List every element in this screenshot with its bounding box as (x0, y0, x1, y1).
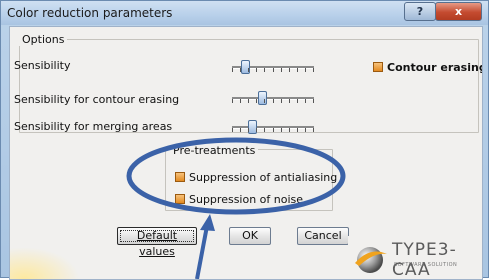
slider-tick (289, 128, 290, 132)
slider-tick (264, 68, 265, 72)
merging-sensibility-slider[interactable] (232, 120, 316, 134)
slider-tick (313, 68, 314, 72)
title-bar[interactable]: Color reduction parameters ? x (1, 1, 488, 25)
slider-tick (297, 128, 298, 132)
help-button[interactable]: ? (404, 2, 436, 21)
slider-tick (313, 128, 314, 132)
logo-tagline: SOFTWARE SOLUTION (394, 262, 458, 268)
close-button[interactable]: x (435, 2, 482, 21)
slider-tick (256, 68, 257, 72)
ok-button[interactable]: OK (229, 227, 271, 245)
slider-tick (248, 99, 249, 103)
logo-globe-icon (355, 247, 387, 273)
slider-tick (273, 99, 274, 103)
slider-tick (305, 128, 306, 132)
slider-tick (281, 128, 282, 132)
slider-tick (281, 68, 282, 72)
slider-tick (264, 99, 265, 103)
slider-tick (240, 99, 241, 103)
sensibility-label: Sensibility (14, 59, 71, 72)
antialiasing-checkbox[interactable] (175, 172, 185, 182)
default-values-button[interactable]: Default values (117, 227, 197, 258)
window-title: Color reduction parameters (7, 6, 173, 20)
contour-erasing-checkbox[interactable] (373, 62, 383, 72)
slider-tick (232, 128, 233, 132)
slider-tick (232, 68, 233, 72)
options-group (19, 39, 479, 133)
slider-tick (297, 99, 298, 103)
slider-tick (256, 128, 257, 132)
slider-tick (264, 128, 265, 132)
slider-tick (248, 68, 249, 72)
merging-sensibility-label: Sensibility for merging areas (14, 120, 173, 133)
noise-checkbox[interactable] (175, 194, 185, 204)
type3-caa-logo: TYPE3-CAA SOFTWARE SOLUTION (348, 236, 482, 279)
slider-tick (289, 68, 290, 72)
slider-tick (273, 68, 274, 72)
slider-tick (232, 99, 233, 103)
pretreatments-legend: Pre-treatments (170, 144, 259, 157)
cancel-button[interactable]: Cancel (297, 227, 349, 245)
contour-erasing-label: Contour erasing (387, 61, 483, 74)
slider-tick (273, 128, 274, 132)
antialiasing-label: Suppression of antialiasing (189, 171, 338, 184)
sensibility-slider[interactable] (232, 60, 316, 74)
slider-tick (248, 128, 249, 132)
dialog-content: Options Sensibility Contour erasing Sens… (9, 26, 483, 280)
slider-tick (281, 99, 282, 103)
contour-sensibility-slider[interactable] (232, 91, 316, 105)
slider-tick (313, 99, 314, 103)
noise-label: Suppression of noise (189, 193, 304, 206)
logo-name: TYPE3-CAA (392, 240, 457, 280)
slider-tick (240, 68, 241, 72)
contour-sensibility-label: Sensibility for contour erasing (14, 93, 180, 106)
slider-tick (305, 99, 306, 103)
slider-tick (289, 99, 290, 103)
options-legend: Options (19, 33, 68, 46)
slider-tick (297, 68, 298, 72)
slider-tick (256, 99, 257, 103)
slider-thumb[interactable] (258, 91, 267, 105)
slider-tick (305, 68, 306, 72)
decorative-glow (10, 247, 80, 279)
slider-tick (240, 128, 241, 132)
dialog-window: Color reduction parameters ? x Options S… (0, 0, 489, 280)
